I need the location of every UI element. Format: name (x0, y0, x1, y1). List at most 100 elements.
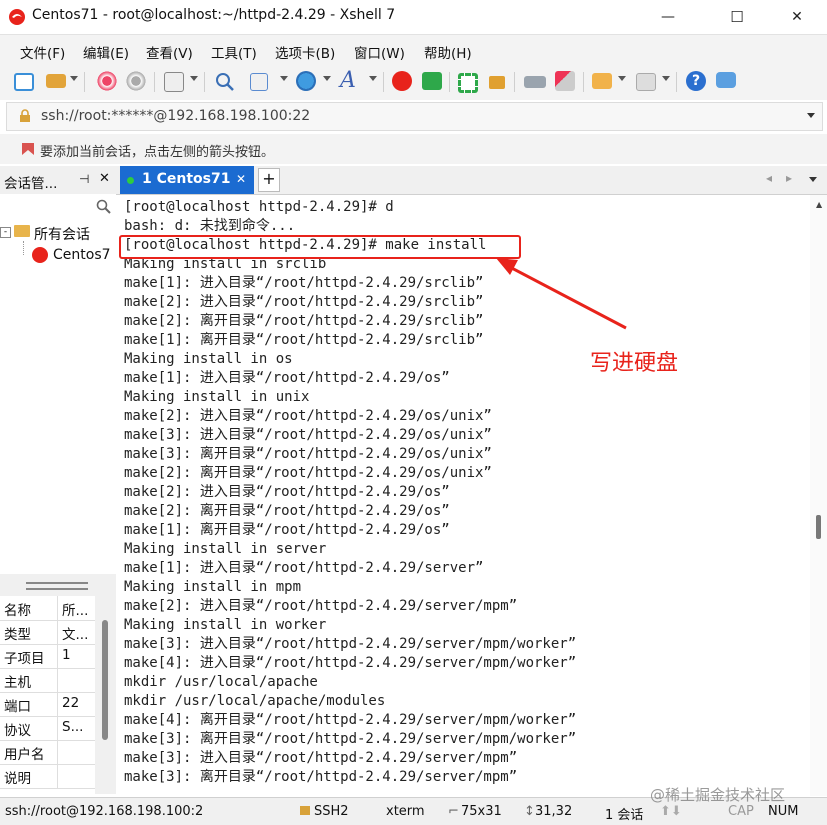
properties-scrollbar[interactable] (95, 596, 116, 794)
window-title: Centos71 - root@localhost:~/httpd-2.4.29… (32, 7, 396, 23)
session-tree: - 所有会话 Centos7 (0, 219, 116, 574)
terminal-line: make[3]: 离开目录“/root/httpd-2.4.29/server/… (124, 731, 577, 747)
open-folder-icon[interactable] (46, 74, 66, 88)
terminal-line: make[4]: 进入目录“/root/httpd-2.4.29/server/… (124, 655, 577, 671)
chevron-down-icon[interactable] (323, 76, 331, 81)
terminal-line: Making install in server (124, 541, 327, 557)
disconnect-icon[interactable] (125, 70, 147, 92)
terminal-line: make[1]: 离开目录“/root/httpd-2.4.29/os” (124, 522, 450, 538)
terminal-line: make[1]: 进入目录“/root/httpd-2.4.29/server” (124, 560, 484, 576)
tab-centos71[interactable]: 1 Centos71 ✕ (120, 166, 254, 194)
new-tab-button[interactable]: + (258, 168, 280, 192)
tree-item-centos7[interactable]: Centos7 (53, 247, 111, 263)
terminal-line: make[1]: 进入目录“/root/httpd-2.4.29/os” (124, 370, 450, 386)
layout-icon[interactable] (636, 73, 656, 91)
status-connection: ssh://root@192.168.198.100:2 (5, 804, 204, 819)
address-bar[interactable]: ssh://root:******@192.168.198.100:22 (6, 102, 823, 131)
terminal-line: make[2]: 离开目录“/root/httpd-2.4.29/os” (124, 503, 450, 519)
tab-scroll-left-icon[interactable]: ◂ (766, 171, 772, 185)
session-search[interactable] (0, 194, 116, 220)
chevron-down-icon[interactable] (70, 76, 78, 81)
search-icon[interactable] (96, 199, 111, 214)
terminal-line: make[3]: 进入目录“/root/httpd-2.4.29/server/… (124, 636, 577, 652)
globe-icon[interactable] (296, 71, 316, 91)
status-cursor: 31,32 (535, 804, 573, 819)
terminal-line: [root@localhost httpd-2.4.29]# d (124, 199, 394, 215)
connected-status-icon (127, 177, 134, 184)
menu-tabs[interactable]: 选项卡(B) (275, 42, 335, 62)
status-size: 75x31 (461, 804, 502, 819)
search-icon[interactable] (215, 72, 235, 92)
tree-item-all-sessions[interactable]: 所有会话 (34, 224, 90, 244)
new-session-icon[interactable] (14, 73, 34, 91)
session-manager-title: 会话管... (4, 176, 58, 192)
chevron-down-icon[interactable] (662, 76, 670, 81)
xshell-icon[interactable] (392, 71, 412, 91)
terminal-line: make[3]: 进入目录“/root/httpd-2.4.29/os/unix… (124, 427, 492, 443)
address-input[interactable]: ssh://root:******@192.168.198.100:22 (41, 108, 310, 124)
terminal-line: bash: d: 未找到命令... (124, 218, 296, 234)
status-arrows: ⬆⬇ (660, 804, 682, 819)
menu-file[interactable]: 文件(F) (20, 42, 65, 62)
highlight-icon[interactable] (555, 71, 575, 91)
terminal-line: make[2]: 离开目录“/root/httpd-2.4.29/os/unix… (124, 465, 492, 481)
toolbar-separator (676, 72, 677, 92)
toolbar-separator (583, 72, 584, 92)
lock-icon[interactable] (489, 76, 505, 89)
terminal-line: Making install in unix (124, 389, 310, 405)
tree-toggle-icon[interactable]: - (0, 227, 11, 238)
splitter-grip[interactable] (26, 582, 88, 590)
chevron-down-icon[interactable] (807, 113, 815, 118)
close-button[interactable]: ✕ (774, 0, 820, 34)
tab-scroll-right-icon[interactable]: ▸ (786, 171, 792, 185)
menu-tools[interactable]: 工具(T) (211, 42, 257, 62)
toolbar-separator (383, 72, 384, 92)
status-caps: CAP (728, 804, 754, 819)
scrollbar-thumb[interactable] (816, 515, 821, 539)
terminal-line: make[2]: 进入目录“/root/httpd-2.4.29/os/unix… (124, 408, 492, 424)
minimize-button[interactable]: — (645, 0, 691, 34)
close-icon[interactable]: ✕ (99, 171, 110, 186)
connect-icon[interactable] (96, 70, 118, 92)
menu-edit[interactable]: 编辑(E) (83, 42, 129, 62)
fullscreen-icon[interactable] (458, 73, 478, 93)
terminal-line: mkdir /usr/local/apache (124, 674, 318, 690)
chevron-down-icon[interactable] (190, 76, 198, 81)
menu-help[interactable]: 帮助(H) (424, 42, 472, 62)
property-row: 说明 (0, 764, 95, 789)
help-icon[interactable]: ? (686, 71, 706, 91)
add-folder-icon[interactable] (592, 73, 612, 89)
chevron-down-icon[interactable] (369, 76, 377, 81)
pin-icon[interactable]: ⊣ (79, 172, 89, 186)
chevron-down-icon[interactable] (280, 76, 288, 81)
terminal-line: make[4]: 离开目录“/root/httpd-2.4.29/server/… (124, 712, 577, 728)
menu-window[interactable]: 窗口(W) (354, 42, 405, 62)
tab-label: 1 Centos71 (142, 171, 231, 187)
tab-list-chevron-icon[interactable] (809, 177, 817, 182)
bookmark-arrow-icon[interactable] (20, 141, 36, 157)
tab-close-icon[interactable]: ✕ (236, 172, 246, 186)
terminal-output[interactable]: [root@localhost httpd-2.4.29]# d bash: d… (116, 195, 810, 796)
font-icon[interactable]: A (340, 68, 356, 93)
chevron-down-icon[interactable] (618, 76, 626, 81)
toolbar-separator (84, 72, 85, 92)
tree-connector (23, 241, 25, 255)
xftp-icon[interactable] (422, 72, 442, 90)
chat-icon[interactable] (716, 72, 736, 88)
terminal-line: make[2]: 进入目录“/root/httpd-2.4.29/os” (124, 484, 450, 500)
scroll-up-icon[interactable]: ▲ (816, 200, 822, 209)
menu-view[interactable]: 查看(V) (146, 42, 193, 62)
scrollbar-thumb[interactable] (102, 620, 108, 740)
terminal-scrollbar[interactable]: ▲ (810, 195, 827, 796)
cursor-icon: ↕ (524, 804, 535, 819)
terminal-line: Making install in os (124, 351, 293, 367)
toolbar-separator (204, 72, 205, 92)
maximize-button[interactable]: ☐ (714, 0, 760, 34)
properties-icon[interactable] (164, 72, 184, 92)
keyboard-icon[interactable] (524, 76, 546, 88)
transfer-icon[interactable] (250, 73, 268, 91)
property-row: 端口 22 (0, 692, 95, 717)
panel-splitter[interactable] (0, 574, 116, 596)
status-num: NUM (768, 804, 799, 819)
property-row: 子项目 1 (0, 644, 95, 669)
